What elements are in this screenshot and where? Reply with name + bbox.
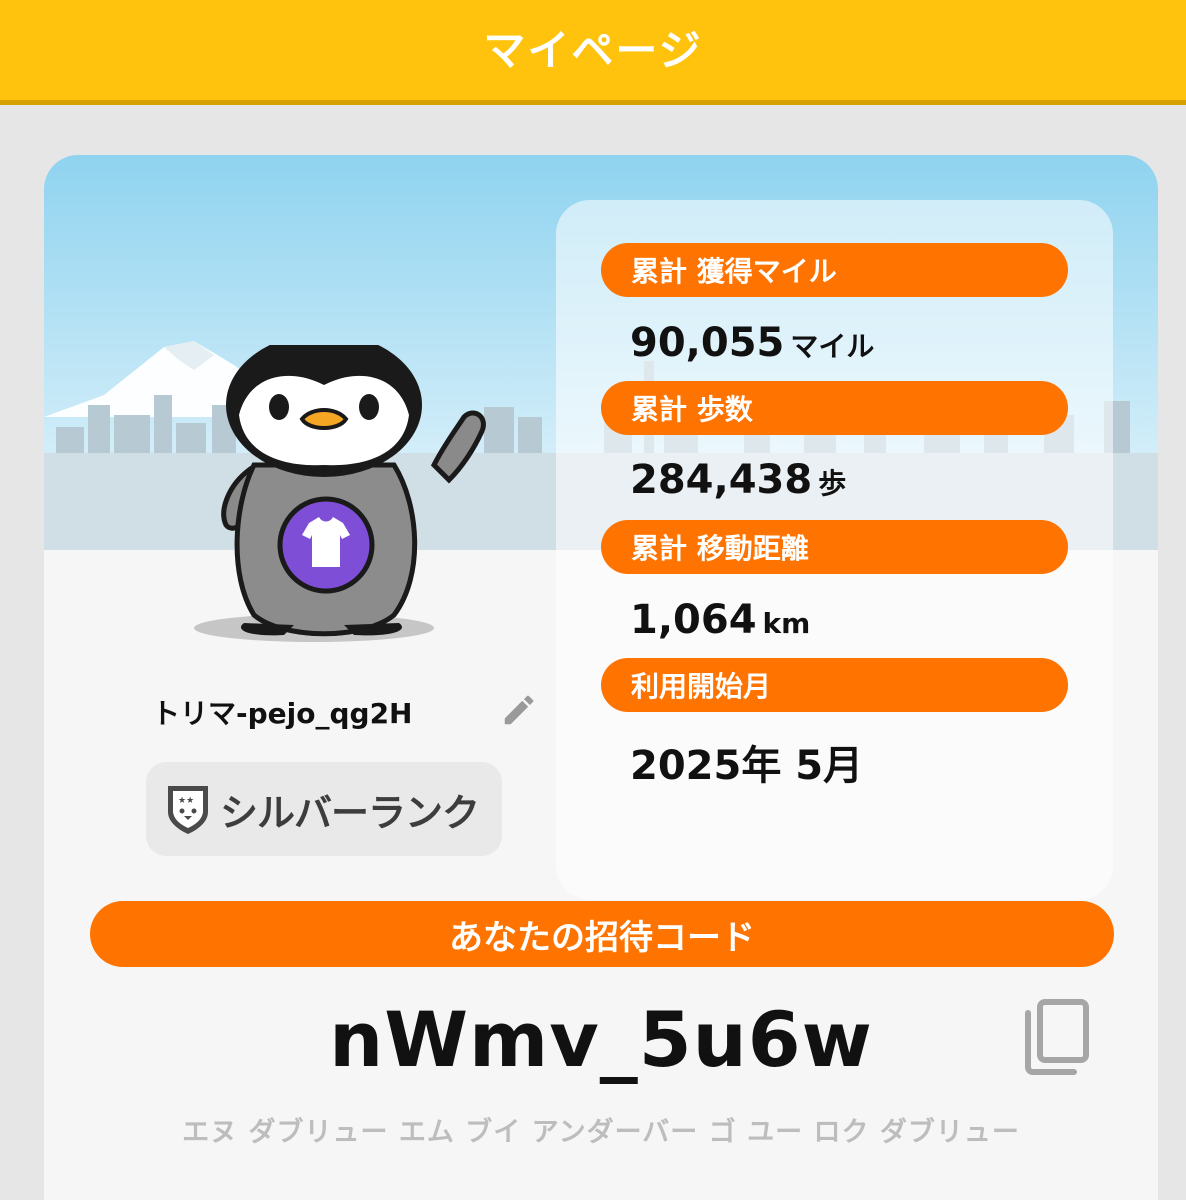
penguin-avatar[interactable]	[194, 345, 514, 645]
page-title: マイページ	[483, 26, 703, 75]
miles-value: 90,055	[630, 320, 785, 366]
header-shadow	[0, 100, 1186, 105]
stat-label-miles: 累計 獲得マイル	[601, 243, 1068, 297]
penguin-shield-icon: ★★	[168, 786, 208, 834]
stat-label-steps: 累計 歩数	[601, 381, 1068, 435]
invite-code-header: あなたの招待コード	[90, 901, 1114, 967]
rank-badge: ★★ シルバーランク	[146, 762, 502, 856]
distance-value: 1,064	[630, 597, 757, 643]
header-bar: マイページ	[0, 0, 1186, 105]
miles-unit: マイル	[790, 330, 875, 363]
rank-label: シルバーランク	[220, 790, 480, 835]
invite-code: nWmv_5u6w	[329, 995, 873, 1084]
copy-icon[interactable]	[1022, 997, 1092, 1077]
distance-unit: km	[762, 607, 811, 640]
profile-card: 累計 獲得マイル 90,055 マイル 累計 歩数 284,438 歩 累計 移動距…	[44, 155, 1158, 1200]
username: トリマ-pejo_qg2H	[152, 697, 413, 730]
stat-label-distance: 累計 移動距離	[601, 520, 1068, 574]
stat-label-start-month: 利用開始月	[601, 658, 1068, 712]
steps-unit: 歩	[818, 467, 847, 500]
start-month-value: 2025年 5月	[630, 743, 864, 789]
svg-text:★★: ★★	[178, 796, 194, 806]
stat-value-start-month: 2025年 5月	[630, 733, 863, 791]
stat-value-steps: 284,438 歩	[630, 457, 846, 503]
invite-code-reading: エヌ ダブリュー エム ブイ アンダーバー ゴ ユー ロク ダブリュー	[182, 1117, 1020, 1148]
steps-value: 284,438	[630, 457, 813, 503]
stat-value-distance: 1,064 km	[630, 597, 810, 643]
pencil-icon[interactable]	[500, 691, 538, 729]
stat-value-miles: 90,055 マイル	[630, 320, 874, 366]
